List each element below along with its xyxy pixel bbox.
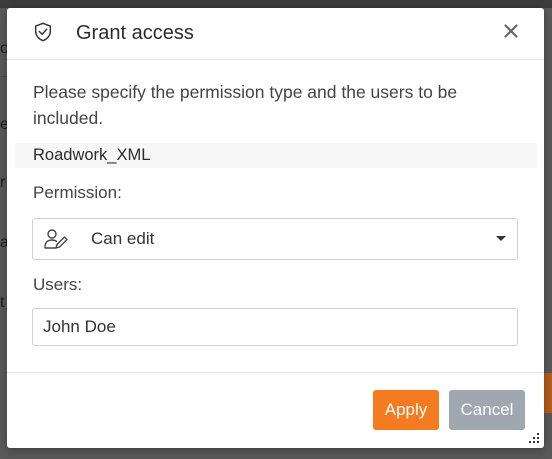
permission-select[interactable]: Can edit (32, 218, 518, 260)
close-icon[interactable] (500, 20, 522, 42)
dialog-title: Grant access (76, 22, 194, 44)
grant-access-dialog: Grant access Please specify the permissi… (7, 8, 544, 448)
apply-button[interactable]: Apply (373, 390, 439, 430)
background-text-fragment: r (0, 174, 6, 191)
background-text-fragment: t (0, 294, 5, 311)
permission-label: Permission: (33, 183, 122, 202)
users-label: Users: (33, 275, 83, 294)
item-name-bar: Roadwork_XML (15, 143, 537, 168)
permission-selected-value: Can edit (91, 229, 155, 248)
chevron-down-icon (496, 236, 506, 241)
dialog-description: Please specify the permission type and t… (33, 82, 458, 128)
cancel-button[interactable]: Cancel (449, 390, 525, 430)
users-input[interactable] (32, 308, 518, 346)
user-edit-icon (44, 229, 68, 249)
resize-grip-icon[interactable] (528, 432, 540, 444)
footer-divider (7, 372, 544, 373)
item-name: Roadwork_XML (33, 146, 151, 164)
background-topbar (0, 0, 552, 8)
shield-check-icon (34, 22, 52, 42)
dialog-header: Grant access (7, 8, 544, 60)
